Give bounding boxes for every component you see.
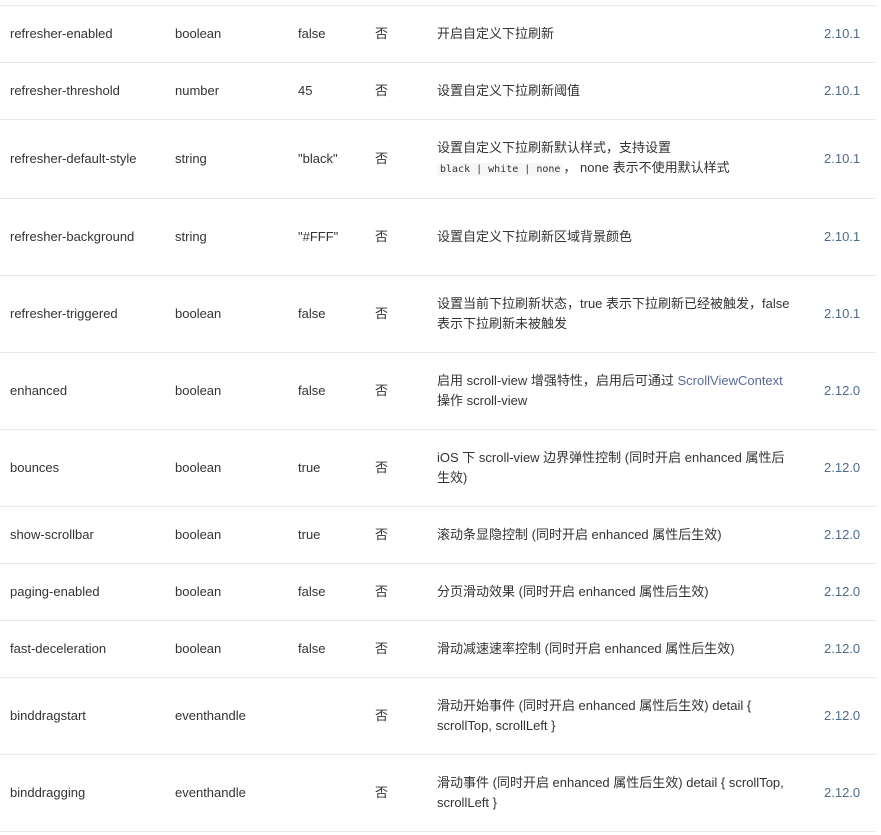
attr-type: boolean — [175, 527, 222, 542]
attr-required: 否 — [375, 460, 389, 475]
attr-type: eventhandle — [175, 785, 246, 800]
attr-type: string — [175, 151, 207, 166]
attr-version: 2.12.0 — [824, 383, 861, 398]
attr-type: boolean — [175, 383, 222, 398]
attr-required: 否 — [375, 584, 389, 599]
attr-type: boolean — [175, 306, 222, 321]
attr-default: true — [298, 460, 321, 475]
attr-version: 2.10.1 — [824, 83, 861, 98]
attr-version: 2.10.1 — [824, 306, 861, 321]
attr-name: binddragging — [10, 785, 86, 800]
attr-name: bounces — [10, 460, 60, 475]
attr-desc: 分页滑动效果 (同时开启 enhanced 属性后生效) — [437, 582, 797, 602]
attr-default: true — [298, 527, 321, 542]
attr-required: 否 — [375, 785, 389, 800]
attr-name: paging-enabled — [10, 584, 100, 599]
attr-type: eventhandle — [175, 708, 246, 723]
table-row: refresher-enabled boolean false 否 开启自定义下拉刷新 2… — [0, 6, 875, 63]
attr-name: refresher-default-style — [10, 151, 137, 166]
attr-type: boolean — [175, 641, 222, 656]
table-row: binddragging eventhandle 否 滑动事件 (同时开启 enhan… — [0, 755, 875, 832]
attr-name: show-scrollbar — [10, 527, 94, 542]
attr-default: false — [298, 584, 326, 599]
attr-version: 2.12.0 — [824, 641, 861, 656]
attr-version: 2.12.0 — [824, 785, 861, 800]
table-row: refresher-background string "#FFF" 否 设置自定义下拉… — [0, 199, 875, 276]
table-row: fast-deceleration boolean false 否 滑动减速速率控制 (… — [0, 621, 875, 678]
attr-desc: 滑动开始事件 (同时开启 enhanced 属性后生效) detail { sc… — [437, 696, 797, 736]
attr-type: boolean — [175, 460, 222, 475]
desc-text: 滑动开始事件 (同时开启 enhanced 属性后生效) detail { sc… — [437, 698, 752, 733]
attr-default: 45 — [298, 83, 313, 98]
attr-version: 2.10.1 — [824, 229, 861, 244]
attr-version: 2.12.0 — [824, 708, 861, 723]
table-row: binddragstart eventhandle 否 滑动开始事件 (同时开启 en… — [0, 678, 875, 755]
attr-default: false — [298, 26, 326, 41]
attr-desc: 设置当前下拉刷新状态，true 表示下拉刷新已经被触发，false 表示下拉刷新… — [437, 294, 797, 334]
attr-name: refresher-enabled — [10, 26, 113, 41]
desc-text: 滑动事件 (同时开启 enhanced 属性后生效) detail { scro… — [437, 775, 784, 810]
table-row: enhanced boolean false 否 启用 scroll-view 增强特性… — [0, 353, 875, 430]
attr-required: 否 — [375, 229, 389, 244]
attr-required: 否 — [375, 26, 389, 41]
attributes-table: refresher-enabled boolean false 否 开启自定义下拉刷新 2… — [0, 5, 875, 832]
desc-text: ， none 表示不使用默认样式 — [563, 160, 730, 175]
desc-text: iOS 下 scroll-view 边界弹性控制 (同时开启 enhanced … — [437, 450, 785, 485]
attr-name: fast-deceleration — [10, 641, 107, 656]
attr-default: false — [298, 383, 326, 398]
desc-text: 设置自定义下拉刷新阈值 — [437, 83, 581, 98]
desc-text: 设置自定义下拉刷新区域背景颜色 — [437, 229, 633, 244]
attr-required: 否 — [375, 708, 389, 723]
attr-version: 2.12.0 — [824, 584, 861, 599]
inline-code: black | white | none — [437, 163, 564, 176]
attr-required: 否 — [375, 383, 389, 398]
table-row: show-scrollbar boolean true 否 滚动条显隐控制 (同时开启 … — [0, 507, 875, 564]
attr-version: 2.12.0 — [824, 527, 861, 542]
attr-type: number — [175, 83, 220, 98]
attr-type: boolean — [175, 584, 222, 599]
desc-text: 启用 scroll-view 增强特性，启用后可通过 — [437, 373, 678, 388]
table-row: refresher-default-style string "black" 否 设置自… — [0, 120, 875, 199]
attr-desc: 设置自定义下拉刷新默认样式，支持设置 black | white | none， … — [437, 138, 797, 180]
attr-name: refresher-background — [10, 229, 135, 244]
desc-text: 设置自定义下拉刷新默认样式，支持设置 — [437, 140, 672, 155]
attr-default: "#FFF" — [298, 229, 339, 244]
attr-version: 2.12.0 — [824, 460, 861, 475]
attr-required: 否 — [375, 151, 389, 166]
attr-required: 否 — [375, 83, 389, 98]
table-row: refresher-triggered boolean false 否 设置当前下拉刷新… — [0, 276, 875, 353]
desc-text: 滑动减速速率控制 (同时开启 enhanced 属性后生效) — [437, 641, 735, 656]
attr-desc: 设置自定义下拉刷新阈值 — [437, 81, 797, 101]
attr-required: 否 — [375, 641, 389, 656]
attr-desc: 滚动条显隐控制 (同时开启 enhanced 属性后生效) — [437, 525, 797, 545]
attr-default: false — [298, 306, 326, 321]
attr-default: "black" — [298, 151, 338, 166]
attr-desc: 滑动事件 (同时开启 enhanced 属性后生效) detail { scro… — [437, 773, 797, 813]
attr-name: enhanced — [10, 383, 68, 398]
table-row: bounces boolean true 否 iOS 下 scroll-view 边界弹… — [0, 430, 875, 507]
desc-text: 开启自定义下拉刷新 — [437, 26, 555, 41]
desc-text: 滚动条显隐控制 (同时开启 enhanced 属性后生效) — [437, 527, 722, 542]
desc-text: 操作 scroll-view — [437, 393, 528, 408]
attr-type: string — [175, 229, 207, 244]
attr-type: boolean — [175, 26, 222, 41]
attr-desc: 开启自定义下拉刷新 — [437, 24, 797, 44]
attr-name: refresher-threshold — [10, 83, 120, 98]
desc-text: 设置当前下拉刷新状态，true 表示下拉刷新已经被触发，false 表示下拉刷新… — [437, 296, 790, 331]
attr-required: 否 — [375, 306, 389, 321]
desc-text: 分页滑动效果 (同时开启 enhanced 属性后生效) — [437, 584, 709, 599]
table-row: refresher-threshold number 45 否 设置自定义下拉刷新阈值 2… — [0, 63, 875, 120]
table-row: paging-enabled boolean false 否 分页滑动效果 (同时开启 … — [0, 564, 875, 621]
attr-default: false — [298, 641, 326, 656]
attr-desc: 滑动减速速率控制 (同时开启 enhanced 属性后生效) — [437, 639, 797, 659]
attr-name: refresher-triggered — [10, 306, 118, 321]
attr-version: 2.10.1 — [824, 151, 861, 166]
scrollviewcontext-link[interactable]: ScrollViewContext — [678, 373, 783, 388]
attr-desc: 启用 scroll-view 增强特性，启用后可通过 ScrollViewCon… — [437, 371, 797, 411]
attr-desc: 设置自定义下拉刷新区域背景颜色 — [437, 227, 797, 247]
attr-name: binddragstart — [10, 708, 86, 723]
attr-desc: iOS 下 scroll-view 边界弹性控制 (同时开启 enhanced … — [437, 448, 797, 488]
attr-version: 2.10.1 — [824, 26, 861, 41]
attr-required: 否 — [375, 527, 389, 542]
